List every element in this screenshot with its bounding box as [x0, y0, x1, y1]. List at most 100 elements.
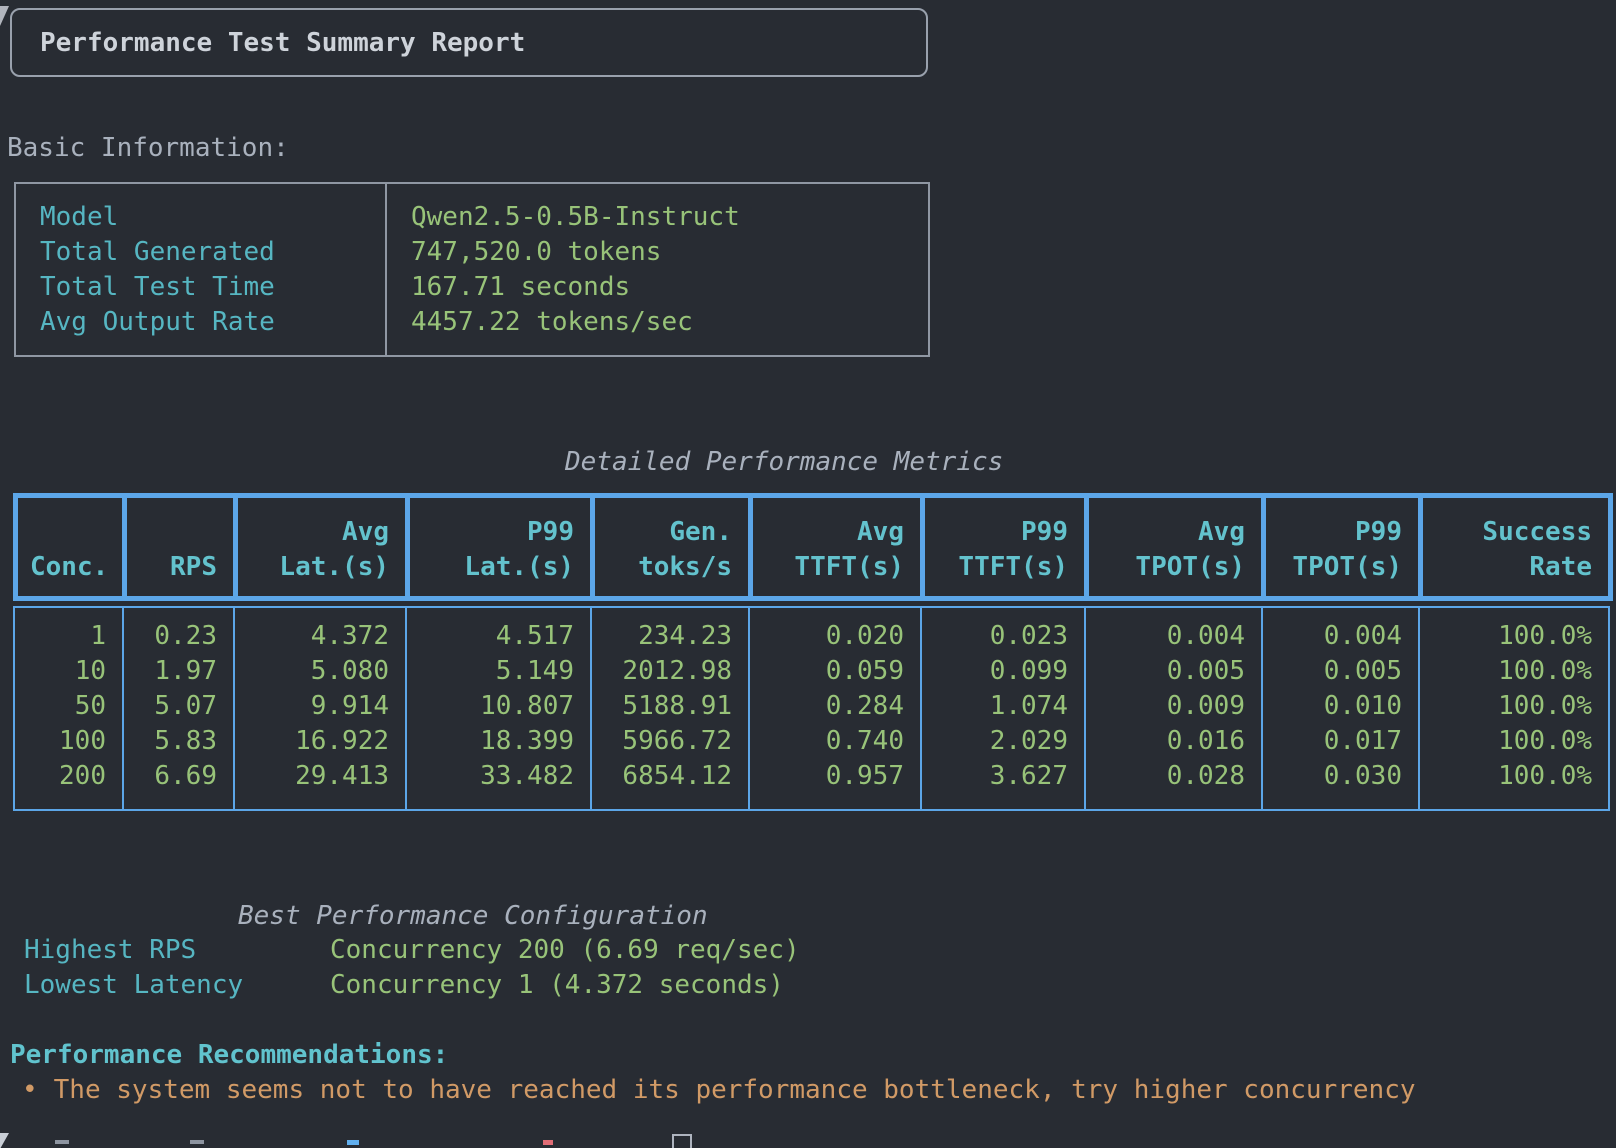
- column-header-line: toks/s: [595, 550, 732, 585]
- metric-cell: 5.07: [124, 689, 233, 724]
- metric-cell: 0.030: [1263, 759, 1418, 794]
- column-header: Avg Lat.(s): [238, 498, 405, 596]
- metrics-column: 0.0230.0991.0742.0293.627: [920, 608, 1084, 809]
- best-config-label: Highest RPS: [24, 933, 330, 968]
- column-header: Avg TTFT(s): [753, 498, 920, 596]
- info-value: 167.71 seconds: [411, 270, 928, 305]
- metrics-column: 234.232012.985188.915966.726854.12: [590, 608, 748, 809]
- metric-cell: 1.074: [922, 689, 1084, 724]
- column-header-line: Rate: [1423, 550, 1592, 585]
- column-header-line: RPS: [127, 550, 217, 585]
- metric-cell: 2.029: [922, 724, 1084, 759]
- best-config-value: Concurrency 1 (4.372 seconds): [330, 968, 784, 1003]
- metric-cell: 0.004: [1263, 619, 1418, 654]
- metrics-column: 100.0%100.0%100.0%100.0%100.0%: [1418, 608, 1608, 809]
- metric-cell: 0.023: [922, 619, 1084, 654]
- best-config-rows: Highest RPS Concurrency 200 (6.69 req/se…: [24, 933, 800, 1003]
- metric-cell: 0.017: [1263, 724, 1418, 759]
- info-value: Qwen2.5-0.5B-Instruct: [411, 200, 928, 235]
- column-header-line: TPOT(s): [1266, 550, 1402, 585]
- metric-cell: 3.627: [922, 759, 1084, 794]
- metric-cell: 0.004: [1086, 619, 1261, 654]
- metric-cell: 0.005: [1263, 654, 1418, 689]
- column-header: P99 TPOT(s): [1266, 498, 1418, 596]
- metrics-column: 4.5175.14910.80718.39933.482: [405, 608, 590, 809]
- clipped-next-line: [0, 1131, 1616, 1148]
- metric-cell: 4.517: [407, 619, 590, 654]
- glyph-fragment: [543, 1140, 553, 1145]
- metric-cell: 100.0%: [1420, 759, 1608, 794]
- metric-cell: 16.922: [235, 724, 405, 759]
- column-header-line: P99: [925, 515, 1068, 550]
- info-label: Total Generated: [40, 235, 385, 270]
- column-header-line: Lat.(s): [410, 550, 574, 585]
- metric-cell: 200: [15, 759, 122, 794]
- metric-cell: 4.372: [235, 619, 405, 654]
- metric-cell: 100: [15, 724, 122, 759]
- metric-cell: 0.020: [750, 619, 920, 654]
- column-header-line: Avg: [1089, 515, 1245, 550]
- column-header-line: TPOT(s): [1089, 550, 1245, 585]
- best-config-value: Concurrency 200 (6.69 req/sec): [330, 933, 800, 968]
- metric-cell: 5966.72: [592, 724, 748, 759]
- metric-cell: 10.807: [407, 689, 590, 724]
- metric-cell: 0.23: [124, 619, 233, 654]
- column-header-line: Success: [1423, 515, 1592, 550]
- metric-cell: 6854.12: [592, 759, 748, 794]
- missing-glyph-box: [672, 1134, 692, 1148]
- info-value: 747,520.0 tokens: [411, 235, 928, 270]
- metric-cell: 0.009: [1086, 689, 1261, 724]
- column-header: Conc.: [18, 498, 122, 596]
- metric-cell: 0.028: [1086, 759, 1261, 794]
- info-label: Total Test Time: [40, 270, 385, 305]
- metric-cell: 5.080: [235, 654, 405, 689]
- column-header-line: TTFT(s): [753, 550, 904, 585]
- metric-cell: 100.0%: [1420, 724, 1608, 759]
- column-header-line: Avg: [238, 515, 389, 550]
- metric-cell: 100.0%: [1420, 619, 1608, 654]
- basic-info-values: Qwen2.5-0.5B-Instruct 747,520.0 tokens 1…: [387, 184, 928, 355]
- metric-cell: 50: [15, 689, 122, 724]
- column-header-line: TTFT(s): [925, 550, 1068, 585]
- metric-cell: 5.83: [124, 724, 233, 759]
- basic-info-labels: Model Total Generated Total Test Time Av…: [16, 184, 387, 355]
- glyph-fragment: [0, 1133, 9, 1148]
- column-header-line: P99: [1266, 515, 1402, 550]
- metric-cell: 2012.98: [592, 654, 748, 689]
- info-value: 4457.22 tokens/sec: [411, 305, 928, 340]
- metric-cell: 100.0%: [1420, 654, 1608, 689]
- info-label: Model: [40, 200, 385, 235]
- info-label: Avg Output Rate: [40, 305, 385, 340]
- column-header: Avg TPOT(s): [1089, 498, 1261, 596]
- metric-cell: 0.059: [750, 654, 920, 689]
- column-header-line: Gen.: [595, 515, 732, 550]
- metric-cell: 0.957: [750, 759, 920, 794]
- metric-cell: 10: [15, 654, 122, 689]
- column-header: P99 Lat.(s): [410, 498, 590, 596]
- best-config-row: Highest RPS Concurrency 200 (6.69 req/se…: [24, 933, 800, 968]
- column-header: Gen. toks/s: [595, 498, 748, 596]
- glyph-fragment: [55, 1140, 69, 1144]
- recommendation-item: • The system seems not to have reached i…: [22, 1073, 1416, 1108]
- report-title-panel: Performance Test Summary Report: [10, 8, 928, 77]
- glyph-fragment: [190, 1140, 204, 1144]
- metric-cell: 33.482: [407, 759, 590, 794]
- metrics-table-header: Conc. RPS Avg Lat.(s) P99 Lat.(s) Gen. t…: [13, 493, 1613, 601]
- column-header-line: Conc.: [30, 550, 122, 585]
- metric-cell: 5.149: [407, 654, 590, 689]
- best-config-label: Lowest Latency: [24, 968, 330, 1003]
- metrics-column: 0.0040.0050.0090.0160.028: [1084, 608, 1261, 809]
- glyph-fragment: [347, 1140, 359, 1145]
- column-header: P99 TTFT(s): [925, 498, 1084, 596]
- terminal-screen: { "title": "Performance Test Summary Rep…: [0, 0, 1616, 1148]
- column-header-line: Avg: [753, 515, 904, 550]
- metric-cell: 0.099: [922, 654, 1084, 689]
- metric-cell: 0.016: [1086, 724, 1261, 759]
- recommendation-text: The system seems not to have reached its…: [54, 1073, 1416, 1108]
- metric-cell: 234.23: [592, 619, 748, 654]
- metric-cell: 0.284: [750, 689, 920, 724]
- basic-info-heading: Basic Information:: [7, 131, 289, 166]
- metric-cell: 1.97: [124, 654, 233, 689]
- metric-cell: 6.69: [124, 759, 233, 794]
- metric-cell: 18.399: [407, 724, 590, 759]
